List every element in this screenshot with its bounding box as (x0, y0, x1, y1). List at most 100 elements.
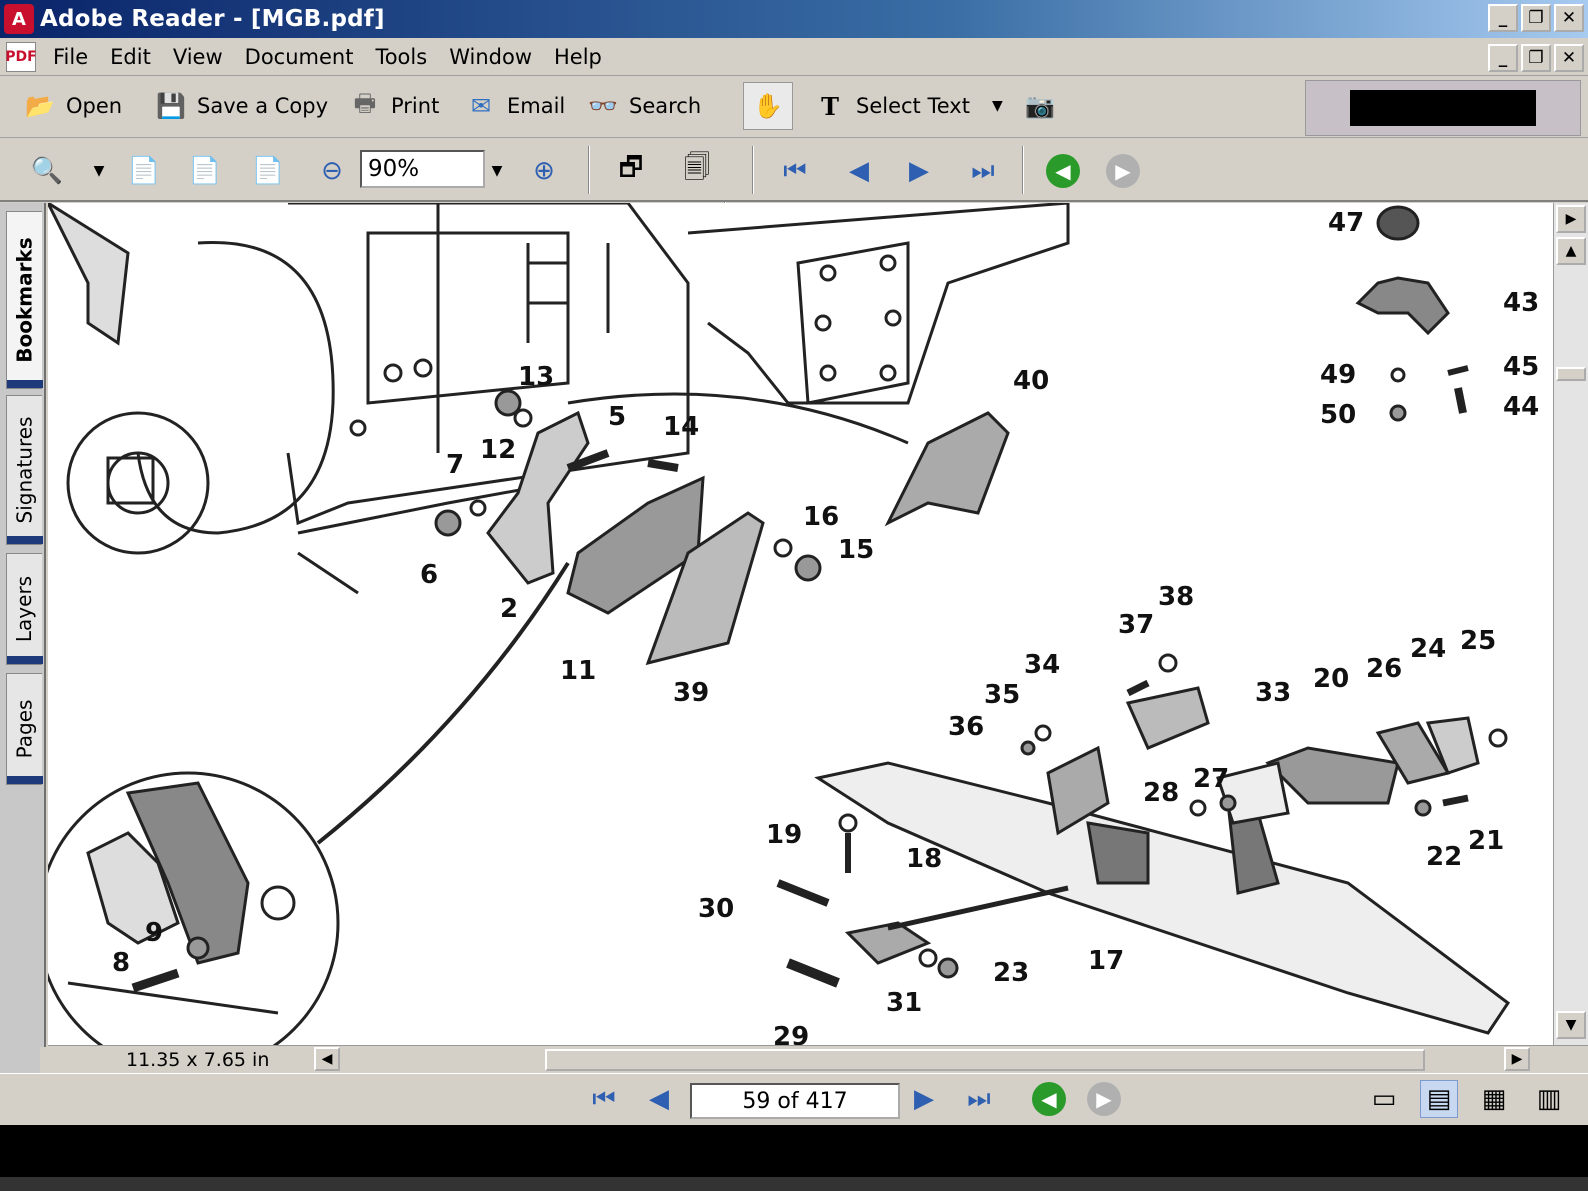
callout-34: 34 (1024, 650, 1060, 680)
callout-40: 40 (1013, 366, 1049, 396)
forward-arrow-icon: ▶ (1087, 1082, 1121, 1116)
snapshot-tool-button[interactable]: 📷 (1022, 84, 1066, 128)
binoculars-icon: 👓 (588, 92, 618, 120)
menu-document[interactable]: Document (234, 45, 365, 69)
close-button[interactable]: ✕ (1554, 4, 1584, 32)
go-forward-button[interactable]: ▶ (1104, 152, 1142, 190)
select-text-label: Select Text (856, 94, 970, 118)
print-button[interactable]: 🖶 Print (347, 84, 440, 128)
tab-pages[interactable]: Pages (6, 673, 43, 785)
open-label: Open (66, 94, 123, 118)
callout-28: 28 (1143, 778, 1179, 808)
inset-detail (48, 771, 340, 1045)
callout-17: 17 (1088, 946, 1124, 976)
menu-bar: PDF File Edit View Document Tools Window… (0, 38, 1588, 76)
rotate-page-icon[interactable]: 🗐 (678, 152, 716, 190)
scroll-right-arrow[interactable]: ▶ (1556, 205, 1586, 233)
scroll-up-arrow[interactable]: ▲ (1556, 237, 1586, 265)
fit-page-icon[interactable]: 📄 (186, 152, 224, 190)
callout-39: 39 (673, 678, 709, 708)
folder-icon: 📂 (25, 92, 55, 120)
hand-icon: ✋ (753, 92, 783, 120)
minimize-button[interactable]: _ (1488, 4, 1518, 32)
view-toolbar: 🔍 ▼ 📄 📄 📄 ⊖ ▼ ⊕ 🗗 🗐 ⏮ ◀ ▶ ⏭ ◀ ▶ (0, 138, 1588, 202)
tab-pages-label: Pages (12, 699, 37, 759)
scroll-down-arrow[interactable]: ▼ (1556, 1011, 1586, 1039)
go-back-button[interactable]: ◀ (1030, 1080, 1068, 1118)
adobe-reader-icon: A (4, 4, 34, 34)
zoom-in-tool-icon[interactable]: 🔍 (28, 152, 66, 190)
document-view[interactable]: 47 43 49 45 50 44 40 13 5 14 12 7 6 2 11 39 16 15 38 37 34 35… (48, 203, 1553, 1045)
vertical-scrollbar[interactable]: ▶ ▲ ▼ (1553, 203, 1588, 1045)
tab-signatures[interactable]: Signatures (6, 395, 43, 545)
doc-restore-button[interactable]: ❐ (1521, 44, 1551, 72)
save-copy-button[interactable]: 💾 Save a Copy (153, 84, 328, 128)
continuous-icon[interactable]: ▤ (1420, 1080, 1458, 1118)
first-page-icon[interactable]: ⏮ (776, 152, 814, 190)
menu-tools[interactable]: Tools (364, 45, 438, 69)
menu-help[interactable]: Help (543, 45, 613, 69)
menu-window[interactable]: Window (438, 45, 543, 69)
restore-button[interactable]: ❐ (1521, 4, 1551, 32)
page-number-input[interactable]: 59 of 417 (690, 1083, 900, 1119)
email-button[interactable]: ✉ Email (463, 84, 565, 128)
mount-parts (316, 205, 1511, 1035)
callout-9: 9 (145, 918, 163, 948)
facing-icon[interactable]: ▦ (1475, 1080, 1513, 1118)
window-title: Adobe Reader - [MGB.pdf] (40, 6, 385, 32)
zoom-in-icon[interactable]: ⊕ (525, 152, 563, 190)
tab-layers[interactable]: Layers (6, 553, 43, 665)
callout-29: 29 (773, 1022, 809, 1045)
callout-11: 11 (560, 656, 596, 686)
single-page-icon[interactable]: ▭ (1365, 1080, 1403, 1118)
next-page-icon[interactable]: ▶ (905, 1080, 943, 1118)
back-arrow-icon: ◀ (1032, 1082, 1066, 1116)
navigation-pane-tabs: Bookmarks Signatures Layers Pages (0, 203, 46, 1083)
zoom-tool-dropdown[interactable]: ▼ (80, 152, 118, 190)
next-page-icon[interactable]: ▶ (900, 152, 938, 190)
callout-19: 19 (766, 820, 802, 850)
tab-bookmarks[interactable]: Bookmarks (6, 211, 43, 389)
go-forward-button[interactable]: ▶ (1085, 1080, 1123, 1118)
callout-18: 18 (906, 844, 942, 874)
doc-close-button[interactable]: ✕ (1554, 44, 1584, 72)
previous-page-icon[interactable]: ◀ (840, 152, 878, 190)
last-page-icon[interactable]: ⏭ (960, 1080, 998, 1118)
horizontal-scroll-thumb[interactable] (545, 1049, 1425, 1071)
doc-minimize-button[interactable]: _ (1488, 44, 1518, 72)
document-icon[interactable]: PDF (5, 41, 37, 72)
taskbar (0, 1125, 1588, 1191)
fit-width-icon[interactable]: 📄 (249, 152, 287, 190)
scroll-right-arrow[interactable]: ▶ (1504, 1047, 1530, 1071)
menu-view[interactable]: View (162, 45, 234, 69)
callout-26: 26 (1366, 654, 1402, 684)
previous-page-icon[interactable]: ◀ (640, 1080, 678, 1118)
open-button[interactable]: 📂 Open (22, 84, 122, 128)
actual-size-icon[interactable]: 📄 (125, 152, 163, 190)
callout-50: 50 (1320, 400, 1356, 430)
zoom-input[interactable]: 90% (360, 150, 485, 188)
tab-bookmarks-label: Bookmarks (12, 237, 37, 363)
hand-tool-button[interactable]: ✋ (743, 82, 793, 130)
select-tool-dropdown[interactable]: ▼ (992, 84, 1003, 128)
gearbox-drawing (48, 203, 1070, 595)
scroll-left-arrow[interactable]: ◀ (314, 1047, 340, 1071)
last-page-icon[interactable]: ⏭ (964, 152, 1002, 190)
menu-file[interactable]: File (42, 45, 99, 69)
text-cursor-icon: 𝐓 (821, 91, 839, 121)
continuous-facing-icon[interactable]: ▥ (1530, 1080, 1568, 1118)
go-back-button[interactable]: ◀ (1044, 152, 1082, 190)
select-text-button[interactable]: 𝐓 Select Text (812, 84, 970, 128)
callout-2: 2 (500, 594, 518, 624)
scroll-thumb[interactable] (1556, 367, 1586, 381)
search-button[interactable]: 👓 Search (585, 84, 701, 128)
callout-35: 35 (984, 680, 1020, 710)
zoom-out-icon[interactable]: ⊖ (313, 152, 351, 190)
first-page-icon[interactable]: ⏮ (585, 1080, 623, 1118)
menu-edit[interactable]: Edit (99, 45, 162, 69)
callout-44: 44 (1503, 392, 1539, 422)
callout-33: 33 (1255, 678, 1291, 708)
rotate-view-icon[interactable]: 🗗 (612, 152, 650, 190)
callout-14: 14 (663, 412, 699, 442)
parts-diagram: 47 43 49 45 50 44 40 13 5 14 12 7 6 2 11 39 1615 3837 3435… (48, 203, 1539, 1045)
